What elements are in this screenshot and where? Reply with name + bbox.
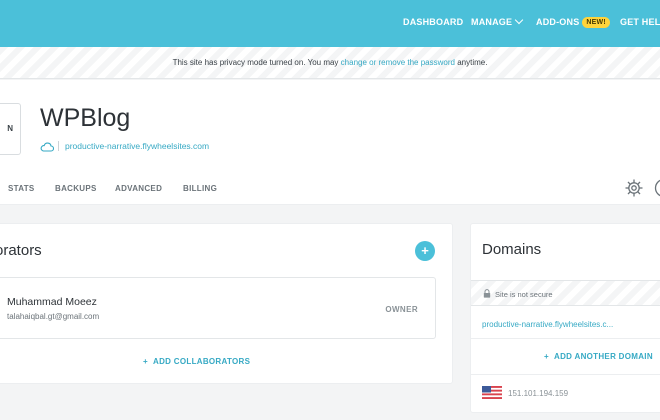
nav-add-ons[interactable]: ADD-ONS NEW! bbox=[536, 17, 610, 29]
add-collaborators-label: ADD COLLABORATORS bbox=[153, 357, 251, 366]
privacy-suffix: anytime. bbox=[457, 58, 488, 67]
collaborators-title: orators bbox=[0, 242, 42, 259]
cloud-icon bbox=[40, 142, 54, 152]
change-password-link[interactable]: change or remove the password bbox=[341, 58, 455, 67]
domain-divider bbox=[471, 338, 660, 339]
add-domain-label: ADD ANOTHER DOMAIN bbox=[554, 352, 653, 361]
nav-get-help[interactable]: GET HELP bbox=[620, 17, 660, 27]
domains-card: Domains Site is not secure productive-na… bbox=[470, 223, 660, 413]
tab-backups[interactable]: BACKUPS bbox=[55, 184, 97, 193]
privacy-prefix: This site has privacy mode turned on. Yo… bbox=[172, 58, 339, 67]
tab-billing[interactable]: BILLING bbox=[183, 184, 217, 193]
ssl-status-text: Site is not secure bbox=[495, 290, 553, 299]
nav-dashboard[interactable]: DASHBOARD bbox=[403, 17, 463, 27]
nav-manage[interactable]: MANAGE bbox=[471, 15, 524, 27]
privacy-message: This site has privacy mode turned on. Yo… bbox=[0, 58, 660, 67]
tab-advanced[interactable]: ADVANCED bbox=[115, 184, 162, 193]
lock-icon bbox=[483, 289, 491, 298]
site-title: WPBlog bbox=[40, 104, 131, 132]
ip-divider bbox=[471, 374, 660, 375]
ssl-status-row: Site is not secure bbox=[471, 280, 660, 306]
privacy-banner: This site has privacy mode turned on. Yo… bbox=[0, 47, 660, 79]
collaborator-name: Muhammad Moeez bbox=[7, 296, 97, 308]
plus-icon: + bbox=[544, 352, 549, 361]
ip-address: 151.101.194.159 bbox=[508, 389, 569, 398]
primary-domain-link[interactable]: productive-narrative.flywheelsites.c... bbox=[482, 320, 613, 329]
chevron-down-icon bbox=[514, 15, 524, 25]
plus-icon: + bbox=[421, 243, 429, 258]
site-domain-link[interactable]: productive-narrative.flywheelsites.com bbox=[65, 141, 209, 151]
add-collaborator-button[interactable]: + bbox=[415, 241, 435, 261]
help-icon[interactable] bbox=[654, 178, 660, 198]
collaborators-card: orators + Muhammad Moeez talahaiqbal.gt@… bbox=[0, 223, 453, 384]
site-thumbnail[interactable]: N bbox=[0, 103, 21, 155]
add-collaborators-link[interactable]: + ADD COLLABORATORS bbox=[143, 357, 250, 366]
collaborator-email: talahaiqbal.gt@gmail.com bbox=[7, 312, 100, 321]
tab-stats[interactable]: STATS bbox=[8, 184, 35, 193]
nav-add-ons-label: ADD-ONS bbox=[536, 17, 580, 27]
collaborator-role: OWNER bbox=[385, 305, 418, 314]
thumbnail-label: N bbox=[7, 124, 13, 133]
nav-manage-label: MANAGE bbox=[471, 17, 513, 27]
add-domain-link[interactable]: + ADD ANOTHER DOMAIN bbox=[544, 352, 653, 361]
gear-icon[interactable] bbox=[624, 178, 644, 198]
plus-icon: + bbox=[143, 357, 148, 366]
top-nav-bar: DASHBOARD MANAGE ADD-ONSNEW! GET HELP bbox=[0, 0, 660, 47]
us-flag-icon bbox=[482, 386, 502, 399]
domain-separator bbox=[58, 141, 59, 151]
collaborator-row: Muhammad Moeez talahaiqbal.gt@gmail.com … bbox=[0, 277, 436, 339]
new-badge: NEW! bbox=[582, 17, 610, 28]
site-header: N WPBlog productive-narrative.flywheelsi… bbox=[0, 80, 660, 205]
domains-title: Domains bbox=[482, 241, 542, 258]
